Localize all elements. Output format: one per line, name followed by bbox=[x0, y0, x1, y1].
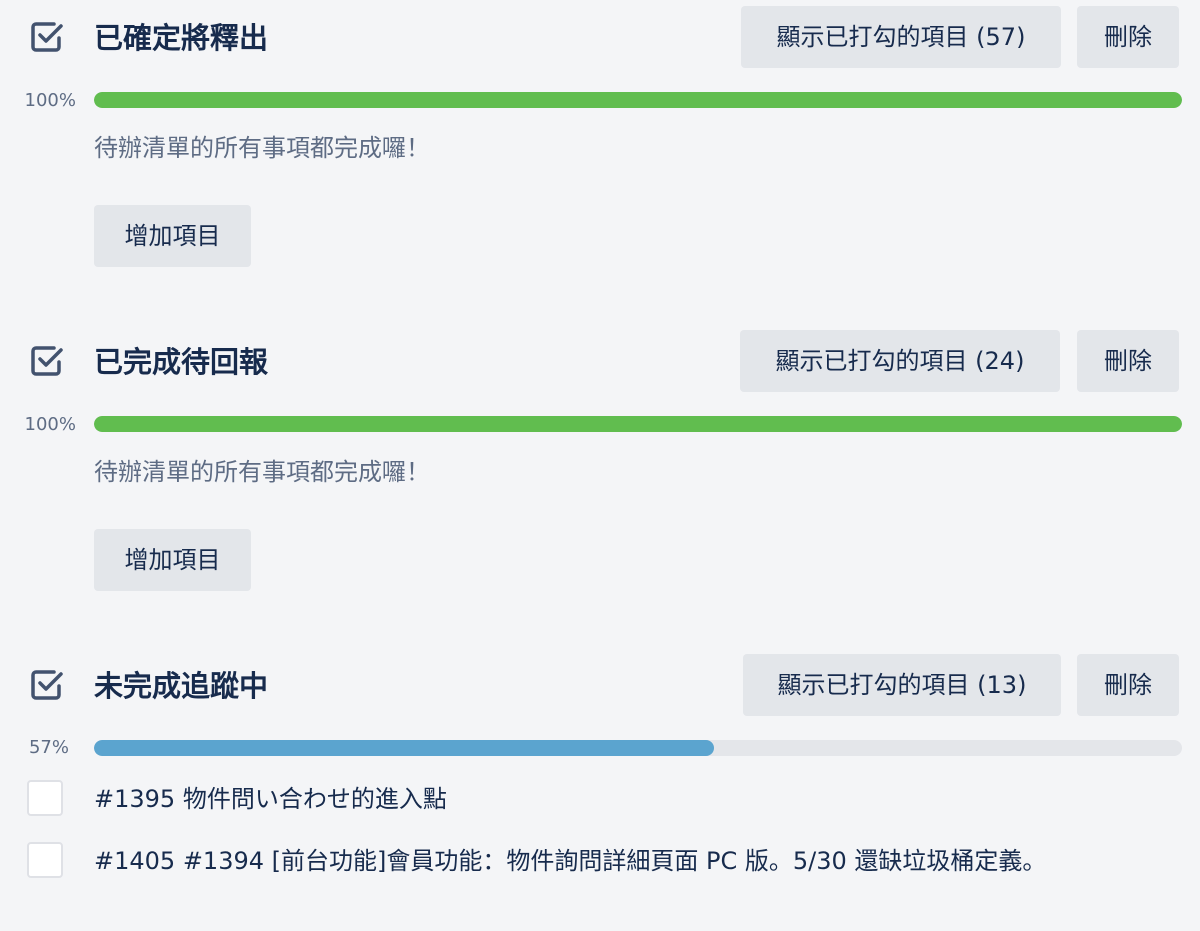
checkbox-checked-icon bbox=[31, 346, 63, 376]
checklist-header: 未完成追蹤中 顯示已打勾的項目 (13) 刪除 bbox=[0, 654, 1200, 718]
progress-bar-fill bbox=[94, 740, 715, 756]
checkbox-checked-icon bbox=[31, 670, 63, 700]
checklist-title: 已完成待回報 bbox=[94, 345, 269, 379]
checklist-panel: 已確定將釋出 顯示已打勾的項目 (57) 刪除 100% 待辦清單的所有事項都完… bbox=[0, 0, 1200, 931]
show-checked-items-button[interactable]: 顯示已打勾的項目 (13) bbox=[743, 654, 1061, 716]
item-checkbox[interactable] bbox=[27, 842, 63, 878]
checklist-title: 未完成追蹤中 bbox=[94, 669, 269, 703]
delete-checklist-button[interactable]: 刪除 bbox=[1077, 6, 1179, 68]
progress-bar bbox=[94, 92, 1182, 108]
checklist-header: 已完成待回報 顯示已打勾的項目 (24) 刪除 bbox=[0, 330, 1200, 394]
delete-checklist-button[interactable]: 刪除 bbox=[1077, 330, 1179, 392]
progress-bar-fill bbox=[94, 92, 1182, 108]
item-checkbox[interactable] bbox=[27, 780, 63, 816]
progress-percent: 100% bbox=[24, 414, 76, 435]
show-checked-items-button[interactable]: 顯示已打勾的項目 (57) bbox=[741, 6, 1061, 68]
add-item-button[interactable]: 增加項目 bbox=[94, 529, 251, 591]
progress-bar-fill bbox=[94, 416, 1182, 432]
delete-checklist-button[interactable]: 刪除 bbox=[1077, 654, 1179, 716]
add-item-button[interactable]: 增加項目 bbox=[94, 205, 251, 267]
item-text[interactable]: #1395 物件問い合わせ的進入點 bbox=[94, 778, 1084, 820]
all-done-message: 待辦清單的所有事項都完成囉！ bbox=[94, 134, 430, 162]
progress-bar bbox=[94, 416, 1182, 432]
show-checked-items-button[interactable]: 顯示已打勾的項目 (24) bbox=[740, 330, 1060, 392]
item-text[interactable]: #1405 #1394 [前台功能]會員功能：物件詢問詳細頁面 PC 版。5/3… bbox=[94, 840, 1084, 882]
checklist-title: 已確定將釋出 bbox=[94, 21, 269, 55]
checkbox-checked-icon bbox=[31, 22, 63, 52]
progress-percent: 100% bbox=[24, 90, 76, 111]
checklist-header: 已確定將釋出 顯示已打勾的項目 (57) 刪除 bbox=[0, 6, 1200, 70]
progress-bar bbox=[94, 740, 1182, 756]
progress-percent: 57% bbox=[28, 737, 69, 758]
all-done-message: 待辦清單的所有事項都完成囉！ bbox=[94, 458, 430, 486]
